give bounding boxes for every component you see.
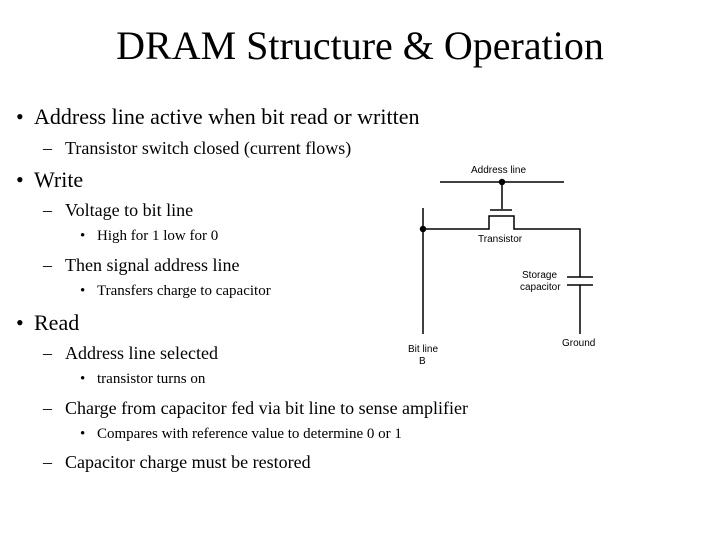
bullet-item: – Voltage to bit line <box>43 200 194 220</box>
bullet-item: • Read <box>16 310 80 335</box>
bullet-item: • Transfers charge to capacitor <box>80 283 271 299</box>
bullet-item: • Compares with reference value to determ… <box>80 426 402 442</box>
bullet-item: • High for 1 low for 0 <box>80 228 219 244</box>
bullet-item: • transistor turns on <box>80 371 206 387</box>
bullet-item: – Address line selected <box>43 343 218 363</box>
slide-title: DRAM Structure & Operation <box>116 23 604 68</box>
bit-line-label: Bit line <box>408 344 438 355</box>
address-line-label: Address line <box>471 165 526 176</box>
bullet-item: – Then signal address line <box>43 255 240 275</box>
bullet-item: • Write <box>16 167 84 192</box>
bit-line-label: B <box>419 356 426 367</box>
transistor-label: Transistor <box>478 234 523 245</box>
transistor-channel <box>423 215 581 277</box>
bullet-item: – Transistor switch closed (current flows… <box>43 138 352 158</box>
bullet-item: – Charge from capacitor fed via bit line … <box>43 398 469 418</box>
address-junction <box>498 178 506 186</box>
bit-line-junction <box>419 225 427 233</box>
storage-capacitor-label: capacitor <box>520 282 561 293</box>
ground-label: Ground <box>562 338 595 349</box>
storage-capacitor-label: Storage <box>522 270 557 281</box>
bullet-item: – Capacitor charge must be restored <box>43 452 311 472</box>
bullet-item: • Address line active when bit read or wr… <box>16 104 420 129</box>
